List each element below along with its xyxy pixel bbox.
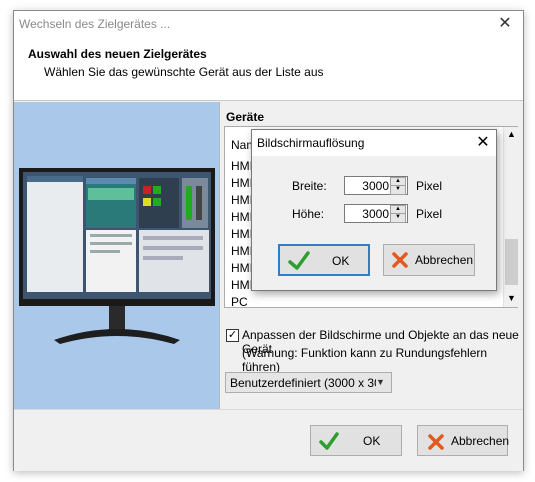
height-value[interactable]: 3000 bbox=[362, 207, 389, 221]
window-title: Wechseln des Zielgerätes ... bbox=[19, 17, 171, 31]
cancel-button[interactable]: Abbrechen bbox=[417, 425, 510, 456]
height-label: Höhe: bbox=[292, 207, 325, 221]
devices-heading: Geräte bbox=[226, 110, 265, 124]
decrement-icon[interactable]: ▼ bbox=[390, 185, 406, 195]
adapt-screens-checkbox[interactable]: ✓ bbox=[226, 329, 239, 342]
header-title: Auswahl des neuen Zielgerätes bbox=[28, 47, 207, 61]
close-icon[interactable]: ✕ bbox=[472, 132, 494, 154]
height-stepper[interactable]: 3000 ▲ ▼ bbox=[344, 204, 408, 223]
decrement-icon[interactable]: ▼ bbox=[390, 213, 406, 223]
close-icon[interactable]: ✕ bbox=[490, 13, 520, 37]
check-icon bbox=[319, 432, 339, 450]
list-item[interactable]: HMI bbox=[231, 193, 253, 207]
resolution-dialog: Bildschirmauflösung ✕ Breite: 3000 ▲ ▼ P… bbox=[251, 129, 497, 291]
header-subtitle: Wählen Sie das gewünschte Gerät aus der … bbox=[44, 65, 324, 79]
cancel-button-label: Abbrechen bbox=[451, 433, 510, 448]
ok-button-label: OK bbox=[363, 433, 381, 448]
dialog-ok-label: OK bbox=[332, 254, 350, 268]
list-scrollbar[interactable]: ▲ ▼ bbox=[503, 127, 518, 307]
scrollbar-thumb[interactable] bbox=[505, 239, 518, 285]
list-item[interactable]: PC bbox=[231, 295, 248, 309]
resolution-select[interactable]: Benutzerdefiniert (3000 x 3000) ▼ bbox=[225, 372, 392, 393]
dialog-cancel-button[interactable]: Abbrechen bbox=[383, 244, 475, 276]
monitor-illustration bbox=[19, 168, 215, 344]
list-item[interactable]: HMI bbox=[231, 244, 253, 258]
list-item[interactable]: HMI bbox=[231, 176, 253, 190]
scroll-down-icon[interactable]: ▼ bbox=[507, 293, 516, 303]
list-item[interactable]: HMI bbox=[231, 261, 253, 275]
x-icon bbox=[392, 252, 408, 268]
resolution-dialog-title-bar: Bildschirmauflösung ✕ bbox=[252, 130, 496, 156]
list-item[interactable]: HMI bbox=[231, 227, 253, 241]
dialog-ok-button[interactable]: OK bbox=[278, 244, 370, 276]
resolution-select-value: Benutzerdefiniert (3000 x 3000) bbox=[230, 376, 376, 390]
chevron-down-icon: ▼ bbox=[376, 377, 385, 387]
rounding-warning: (Warnung: Funktion kann zu Rundungsfehle… bbox=[242, 346, 488, 374]
x-icon bbox=[428, 434, 444, 450]
check-icon bbox=[288, 251, 310, 270]
monitor-illustration-panel bbox=[14, 102, 219, 409]
header: Auswahl des neuen Zielgerätes Wählen Sie… bbox=[14, 39, 523, 101]
width-value[interactable]: 3000 bbox=[362, 179, 389, 193]
width-stepper[interactable]: 3000 ▲ ▼ bbox=[344, 176, 408, 195]
title-bar: Wechseln des Zielgerätes ... ✕ bbox=[14, 11, 523, 39]
width-unit: Pixel bbox=[416, 179, 443, 193]
dialog-cancel-label: Abbrechen bbox=[415, 253, 474, 267]
list-item[interactable]: HMI bbox=[231, 159, 253, 173]
footer: OK Abbrechen bbox=[14, 409, 523, 471]
list-item[interactable]: HMI bbox=[231, 278, 253, 292]
height-unit: Pixel bbox=[416, 207, 443, 221]
width-label: Breite: bbox=[292, 179, 327, 193]
scroll-up-icon[interactable]: ▲ bbox=[507, 129, 516, 139]
ok-button[interactable]: OK bbox=[310, 425, 402, 456]
list-item[interactable]: HMI bbox=[231, 210, 253, 224]
resolution-dialog-title: Bildschirmauflösung bbox=[257, 136, 365, 150]
